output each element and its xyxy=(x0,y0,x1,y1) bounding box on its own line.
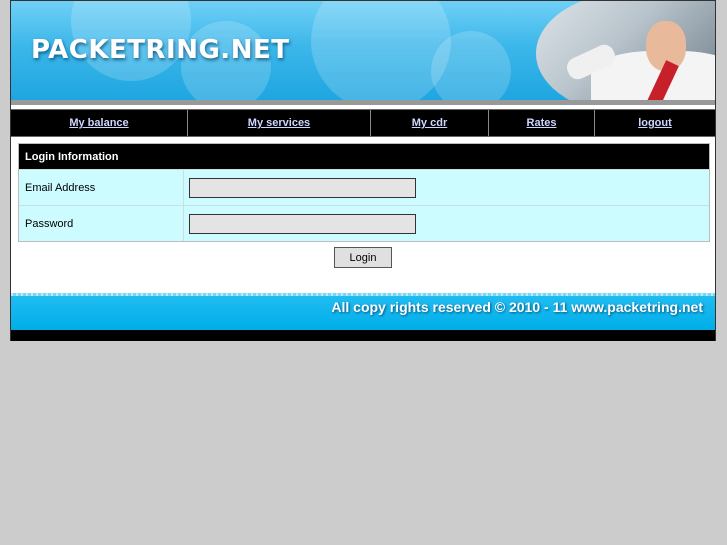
header-divider xyxy=(11,100,715,105)
nav-my-balance[interactable]: My balance xyxy=(11,110,188,136)
nav-my-services[interactable]: My services xyxy=(188,110,371,136)
login-panel: Login Information Email Address Password xyxy=(18,143,710,242)
site-logo: PACKETRING.NET xyxy=(31,35,290,65)
nav-my-cdr[interactable]: My cdr xyxy=(371,110,489,136)
panel-title: Login Information xyxy=(19,144,709,169)
nav-rates[interactable]: Rates xyxy=(489,110,595,136)
password-label: Password xyxy=(19,206,184,241)
footer-bar: All copy rights reserved © 2010 - 11 www… xyxy=(11,293,715,330)
header-banner: PACKETRING.NET xyxy=(11,0,715,101)
footer-divider xyxy=(11,293,715,296)
page-frame: PACKETRING.NET My balance My services My… xyxy=(10,0,716,341)
nav-logout[interactable]: logout xyxy=(595,110,715,136)
decor-bubble xyxy=(311,1,451,101)
copyright-text: All copy rights reserved © 2010 - 11 www… xyxy=(331,299,703,315)
login-button[interactable]: Login xyxy=(334,247,392,268)
decor-bubble xyxy=(431,31,511,101)
main-nav: My balance My services My cdr Rates logo… xyxy=(11,109,715,137)
password-row: Password xyxy=(19,205,709,241)
bottom-bar xyxy=(11,330,715,341)
email-label: Email Address xyxy=(19,170,184,205)
email-field[interactable] xyxy=(189,177,416,198)
email-row: Email Address xyxy=(19,169,709,205)
password-field[interactable] xyxy=(189,213,416,234)
header-photo xyxy=(536,1,715,101)
